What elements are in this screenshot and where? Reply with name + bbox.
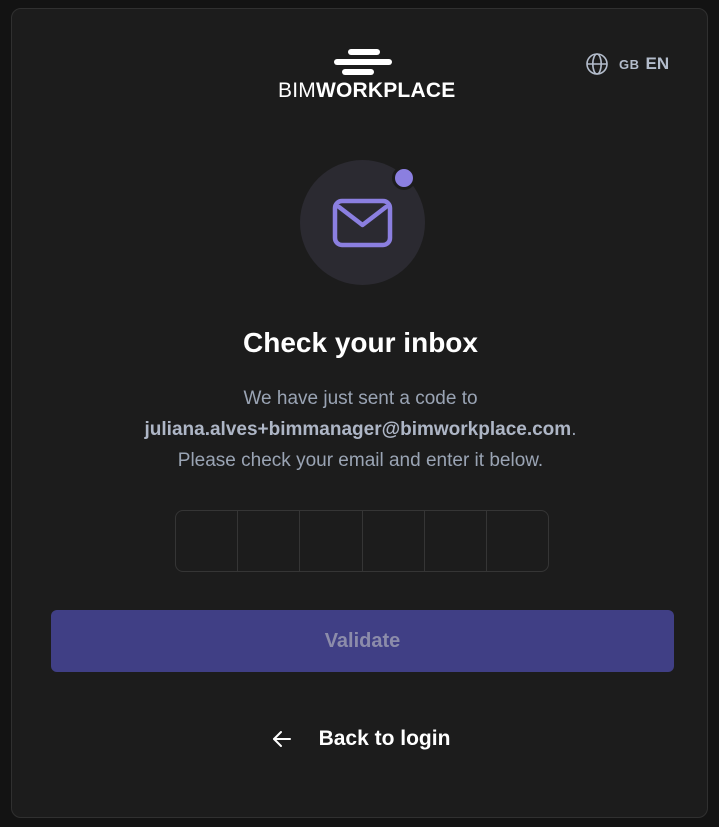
code-digit-4[interactable] <box>362 511 425 571</box>
brand-name: BIMWORKPLACE <box>278 79 455 103</box>
brand-name-light: BIM <box>278 79 316 102</box>
back-to-login-link[interactable]: Back to login <box>12 721 709 757</box>
code-digit-5[interactable] <box>424 511 487 571</box>
back-to-login-label: Back to login <box>318 727 451 750</box>
code-digit-3[interactable] <box>300 511 363 571</box>
email-suffix: . <box>571 419 577 440</box>
instruction-text: We have just sent a code to juliana.alve… <box>12 383 709 476</box>
globe-icon <box>586 53 608 75</box>
bimworkplace-logo-mark <box>334 49 392 75</box>
code-digit-1[interactable] <box>176 511 239 571</box>
page-title: Check your inbox <box>243 327 478 358</box>
brand-logo: BIMWORKPLACE <box>278 49 455 105</box>
validate-button[interactable]: Validate <box>51 610 674 672</box>
instruction-line-2: juliana.alves+bimmanager@bimworkplace.co… <box>12 414 709 445</box>
notification-badge <box>392 166 416 190</box>
verification-code-input <box>175 510 549 572</box>
language-selector[interactable]: GB EN <box>585 51 669 77</box>
code-digit-2[interactable] <box>238 511 301 571</box>
envelope-icon <box>332 198 393 248</box>
verification-card: BIMWORKPLACE GB EN Check your inbox We h… <box>11 8 708 818</box>
recipient-email: juliana.alves+bimmanager@bimworkplace.co… <box>144 419 572 440</box>
arrow-left-icon <box>272 731 291 747</box>
instruction-line-3: Please check your email and enter it bel… <box>177 450 544 471</box>
language-flag: GB <box>619 56 640 72</box>
language-code: EN <box>645 54 670 73</box>
instruction-line-1: We have just sent a code to <box>243 388 478 409</box>
brand-name-bold: WORKPLACE <box>315 79 456 102</box>
code-digit-6[interactable] <box>486 511 548 571</box>
